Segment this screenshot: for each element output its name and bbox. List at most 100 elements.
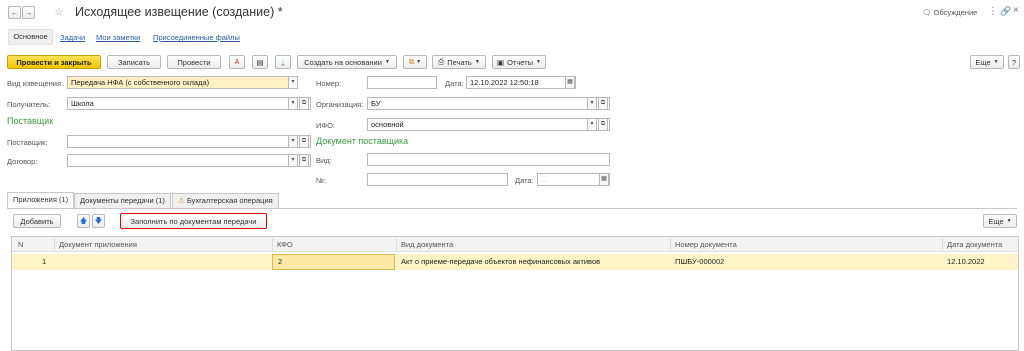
notice-type-field[interactable]: Передача НФА (с собственного склада) ▾ xyxy=(67,76,298,89)
post-button[interactable]: Провести xyxy=(167,55,221,69)
tab-transfer-docs[interactable]: Документы передачи (1) xyxy=(74,193,171,208)
favorite-button[interactable]: ☆ xyxy=(53,6,65,19)
contract-label: Договор: xyxy=(7,157,38,166)
print-label: Печать xyxy=(447,57,472,67)
kind-field[interactable] xyxy=(367,153,610,166)
open-button[interactable]: ⧉ xyxy=(598,98,608,109)
tab-label: Приложения (1) xyxy=(13,195,69,204)
calendar-icon: ▦ xyxy=(601,176,607,182)
num-field[interactable] xyxy=(367,173,508,186)
dropdown-button[interactable]: ▾ xyxy=(587,98,597,109)
calendar-button[interactable]: ▦ xyxy=(565,77,575,88)
chevron-down-icon: ▾ xyxy=(291,100,295,106)
col-header-doc-date[interactable]: Дата документа xyxy=(942,238,1002,252)
cell-kfo[interactable]: 2 xyxy=(274,255,282,269)
post-and-close-button[interactable]: Провести и закрыть xyxy=(7,55,101,69)
nav-tab-tasks[interactable]: Задачи xyxy=(60,33,85,42)
tab-attachments[interactable]: Приложения (1) xyxy=(7,192,75,208)
num-label: №: xyxy=(316,176,327,185)
date-field[interactable]: 12.10.2022 12:50:18 ▦ xyxy=(466,76,576,89)
discussion-button[interactable]: 🗨 Обсуждение xyxy=(922,8,977,17)
back-button[interactable]: ← xyxy=(8,6,21,19)
more-menu-icon[interactable]: ⋮ xyxy=(988,6,998,17)
chevron-down-icon: ▾ xyxy=(291,79,295,85)
discussion-label: Обсуждение xyxy=(933,8,978,17)
copy-button[interactable]: ⧉ ▼ xyxy=(403,55,427,69)
open-button[interactable]: ⧉ xyxy=(299,98,309,109)
save-button[interactable]: Записать xyxy=(107,55,161,69)
tab-accounting[interactable]: ⚠ Бухгалтерская операция xyxy=(172,193,279,208)
move-down-button[interactable]: 🡇 xyxy=(92,214,105,228)
chevron-down-icon: ▼ xyxy=(536,59,541,65)
contract-field[interactable]: ▾ ⧉ xyxy=(67,154,311,167)
calendar-icon: ▦ xyxy=(567,79,573,85)
structure-button[interactable]: ᛦ xyxy=(275,55,291,69)
calendar-button[interactable]: ▦ xyxy=(599,174,609,185)
reports-button[interactable]: ▣ Отчеты ▼ xyxy=(492,55,546,69)
reports-label: Отчеты xyxy=(507,57,534,67)
doc-date-field[interactable]: . . ▦ xyxy=(537,173,610,186)
open-button[interactable]: ⧉ xyxy=(299,155,309,166)
more-button[interactable]: Еще ▼ xyxy=(970,55,1004,69)
printer-icon: ⎙ xyxy=(438,57,445,66)
spellcheck-button[interactable]: A xyxy=(229,55,245,69)
cell-kfo-editor[interactable] xyxy=(272,254,395,270)
number-field[interactable] xyxy=(367,76,437,89)
chevron-down-icon: ▼ xyxy=(993,59,999,65)
ifo-value: основной xyxy=(371,120,404,129)
doc-date-label: Дата: xyxy=(515,176,534,185)
nav-tab-notes[interactable]: Мои заметки xyxy=(96,33,140,42)
nav-tab-files[interactable]: Присоединенные файлы xyxy=(153,33,240,42)
doc-date-value: . . xyxy=(541,175,548,184)
open-button[interactable]: ⧉ xyxy=(299,136,309,147)
supplier-section-title: Поставщик xyxy=(7,116,54,126)
col-header-kfo[interactable]: КФО xyxy=(272,238,293,252)
nav-tab-main[interactable]: Основное xyxy=(8,29,53,45)
create-based-button[interactable]: Создать на основании ▼ xyxy=(297,55,397,69)
close-icon[interactable]: × xyxy=(1013,5,1019,16)
cell-n: 1 xyxy=(42,257,47,266)
supplier-field[interactable]: ▾ ⧉ xyxy=(67,135,311,148)
ifo-field[interactable]: основной ▾ ⧉ xyxy=(367,118,610,131)
forward-button[interactable]: → xyxy=(22,6,35,19)
open-link-icon: ⧉ xyxy=(600,121,606,127)
copy-icon: ⧉ xyxy=(408,57,415,66)
nav-tab-label: Основное xyxy=(13,32,48,41)
recipient-field[interactable]: Школа ▾ ⧉ xyxy=(67,97,311,110)
more-label: Еще xyxy=(988,216,1004,226)
add-button[interactable]: Добавить xyxy=(13,214,61,228)
open-link-icon: ⧉ xyxy=(301,138,307,144)
dropdown-button[interactable]: ▾ xyxy=(288,136,298,147)
col-header-doc-kind[interactable]: Вид документа xyxy=(396,238,453,252)
chevron-down-icon: ▾ xyxy=(590,121,594,127)
col-header-doc-number[interactable]: Номер документа xyxy=(670,238,737,252)
chevron-down-icon: ▾ xyxy=(590,100,594,106)
fill-by-transfer-docs-button[interactable]: Заполнить по документам передачи xyxy=(120,213,267,229)
dropdown-button[interactable]: ▾ xyxy=(587,119,597,130)
page-title: Исходящее извещение (создание) * xyxy=(75,5,283,19)
print-button[interactable]: ⎙ Печать ▼ xyxy=(432,55,486,69)
move-up-button[interactable]: 🡅 xyxy=(77,214,90,228)
help-button[interactable]: ? xyxy=(1008,55,1020,69)
cell-attachment-doc[interactable] xyxy=(54,255,58,269)
help-icon: ? xyxy=(1011,57,1017,67)
dropdown-button[interactable]: ▾ xyxy=(288,98,298,109)
chevron-down-icon: ▼ xyxy=(474,59,480,65)
notice-type-value: Передача НФА (с собственного склада) xyxy=(71,78,210,87)
recipient-label: Получатель: xyxy=(7,100,51,109)
open-button[interactable]: ⧉ xyxy=(598,119,608,130)
cell-doc-date: 12.10.2022 xyxy=(947,257,985,266)
arrow-left-icon: ← xyxy=(10,8,19,17)
date-label: Дата: xyxy=(445,79,464,88)
document-button[interactable]: ▤ xyxy=(252,55,268,69)
star-icon: ☆ xyxy=(54,7,64,18)
col-header-n[interactable]: N xyxy=(14,238,23,252)
dropdown-button[interactable]: ▾ xyxy=(288,155,298,166)
document-icon: ▤ xyxy=(256,57,264,67)
dropdown-button[interactable]: ▾ xyxy=(288,77,297,88)
col-header-attachment-doc[interactable]: Документ приложения xyxy=(54,238,137,252)
open-link-icon: ⧉ xyxy=(600,100,606,106)
org-field[interactable]: БУ ▾ ⧉ xyxy=(367,97,610,110)
table-more-button[interactable]: Еще ▼ xyxy=(983,214,1017,228)
link-icon[interactable]: 🔗 xyxy=(1000,6,1011,17)
